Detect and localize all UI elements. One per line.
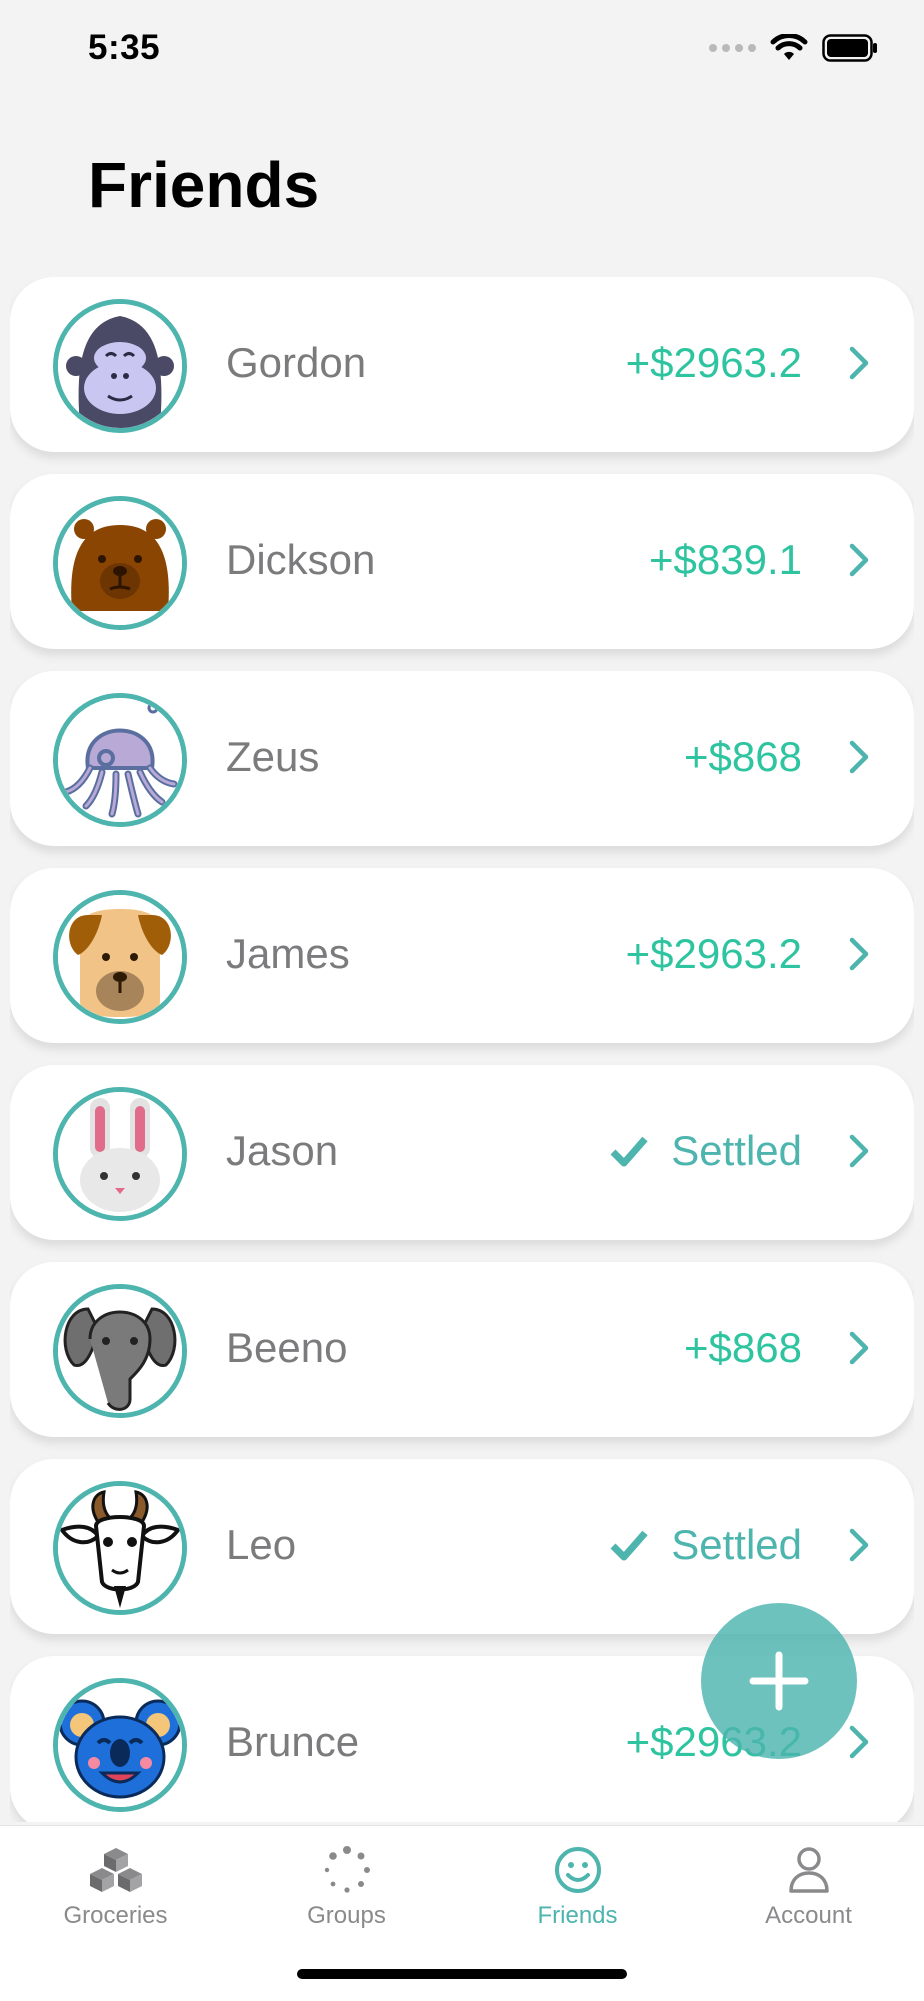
friend-name: Gordon (226, 339, 367, 386)
chevron-right-icon (849, 1331, 869, 1365)
chevron-right-icon (849, 740, 869, 774)
dotted-circle-icon (317, 1842, 377, 1898)
chevron-right-icon (849, 1134, 869, 1168)
gorilla-icon (53, 299, 187, 433)
home-indicator (297, 1969, 627, 1979)
page-title: Friends (88, 149, 320, 221)
bear-icon (53, 496, 187, 630)
settled-status: Settled (609, 1521, 802, 1569)
signal-icon (709, 44, 756, 52)
plus-icon (749, 1651, 809, 1711)
chevron-right-icon (849, 543, 869, 577)
friend-name: Beeno (226, 1324, 348, 1371)
cubes-icon (86, 1842, 146, 1898)
balance-amount: +$839.1 (649, 536, 802, 583)
octopus-icon (53, 693, 187, 827)
friend-card-dickson[interactable]: Dickson +$839.1 (10, 474, 914, 649)
settled-label: Settled (671, 1521, 802, 1568)
person-icon (779, 1842, 839, 1898)
friend-name: Leo (226, 1521, 297, 1568)
chevron-right-icon (849, 1528, 869, 1562)
checkmark-icon (609, 1134, 649, 1168)
checkmark-icon (609, 1528, 649, 1562)
friend-card-gordon[interactable]: Gordon +$2963.2 (10, 277, 914, 452)
goat-icon (53, 1481, 187, 1615)
battery-icon (822, 34, 877, 62)
balance-amount: +$868 (684, 1324, 802, 1371)
dog-icon (53, 890, 187, 1024)
friend-card-zeus[interactable]: Zeus +$868 (10, 671, 914, 846)
balance-amount: +$2963.2 (625, 930, 802, 977)
tab-groceries[interactable]: Groceries (0, 1826, 231, 1936)
rabbit-icon (53, 1087, 187, 1221)
friend-name: Zeus (226, 733, 320, 780)
status-icons (709, 34, 878, 62)
tab-account[interactable]: Account (693, 1826, 924, 1936)
friend-card-beeno[interactable]: Beeno +$868 (10, 1262, 914, 1437)
friend-list[interactable]: Gordon +$2963.2 Dickson +$839.1 Zeus +$8… (10, 277, 914, 1822)
tab-label: Account (765, 1902, 852, 1929)
friend-card-jason[interactable]: Jason Settled (10, 1065, 914, 1240)
chevron-right-icon (849, 346, 869, 380)
elephant-icon (53, 1284, 187, 1418)
status-bar: 5:35 (0, 0, 924, 100)
friend-name: Jason (226, 1127, 339, 1174)
koala-icon (53, 1678, 187, 1812)
status-time: 5:35 (88, 28, 161, 67)
tab-label: Groceries (63, 1902, 168, 1929)
tab-groups[interactable]: Groups (231, 1826, 462, 1936)
friend-name: James (226, 930, 350, 977)
settled-status: Settled (609, 1127, 802, 1175)
settled-label: Settled (671, 1127, 802, 1174)
wifi-icon (770, 34, 808, 60)
friend-name: Dickson (226, 536, 376, 583)
smiley-icon (548, 1842, 608, 1898)
balance-amount: +$868 (684, 733, 802, 780)
friend-name: Brunce (226, 1718, 360, 1765)
chevron-right-icon (849, 937, 869, 971)
tab-label: Friends (537, 1902, 618, 1929)
chevron-right-icon (849, 1725, 869, 1759)
balance-amount: +$2963.2 (625, 339, 802, 386)
tab-label: Groups (307, 1902, 386, 1929)
add-friend-button[interactable] (701, 1603, 857, 1759)
tab-friends[interactable]: Friends (462, 1826, 693, 1936)
friend-card-james[interactable]: James +$2963.2 (10, 868, 914, 1043)
